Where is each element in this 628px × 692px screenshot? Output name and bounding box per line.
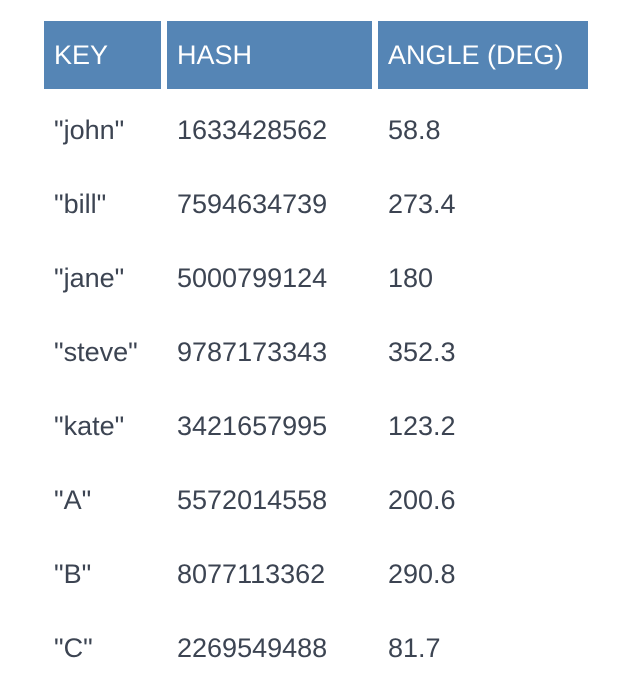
table-row: "john" 1633428562 58.8: [44, 93, 588, 167]
hash-cell: 5000799124: [177, 262, 328, 293]
header-key: KEY: [44, 21, 161, 89]
table-row: "B" 8077113362 290.8: [44, 537, 588, 611]
angle-cell: 352.3: [388, 336, 456, 367]
key-cell: "B": [54, 558, 92, 589]
hash-cell: 9787173343: [177, 336, 328, 367]
table-body: "john" 1633428562 58.8 "bill" 7594634739…: [44, 93, 588, 685]
table-row: "A" 5572014558 200.6: [44, 463, 588, 537]
header-hash: HASH: [167, 21, 372, 89]
angle-cell: 123.2: [388, 410, 456, 441]
key-cell: "bill": [54, 188, 107, 219]
table-row: "bill" 7594634739 273.4: [44, 167, 588, 241]
hash-cell: 2269549488: [177, 632, 328, 663]
angle-cell: 81.7: [388, 632, 441, 663]
angle-cell: 290.8: [388, 558, 456, 589]
hash-cell: 7594634739: [177, 188, 328, 219]
key-cell: "kate": [54, 410, 125, 441]
table-row: "steve" 9787173343 352.3: [44, 315, 588, 389]
key-cell: "john": [54, 114, 125, 145]
hash-cell: 5572014558: [177, 484, 328, 515]
key-cell: "C": [54, 632, 93, 663]
hash-cell: 8077113362: [177, 558, 326, 589]
angle-cell: 180: [388, 262, 434, 293]
table-row: "C" 2269549488 81.7: [44, 611, 588, 685]
angle-cell: 58.8: [388, 114, 441, 145]
key-cell: "steve": [54, 336, 138, 367]
hash-cell: 3421657995: [177, 410, 328, 441]
key-cell: "A": [54, 484, 92, 515]
table-row: "jane" 5000799124 180: [44, 241, 588, 315]
hash-table: KEY HASH ANGLE (DEG) "john" 1633428562 5…: [44, 21, 588, 685]
table-header-row: KEY HASH ANGLE (DEG): [44, 21, 588, 89]
hash-cell: 1633428562: [177, 114, 328, 145]
angle-cell: 200.6: [388, 484, 456, 515]
angle-cell: 273.4: [388, 188, 456, 219]
header-angle: ANGLE (DEG): [378, 21, 588, 89]
table-row: "kate" 3421657995 123.2: [44, 389, 588, 463]
key-cell: "jane": [54, 262, 125, 293]
